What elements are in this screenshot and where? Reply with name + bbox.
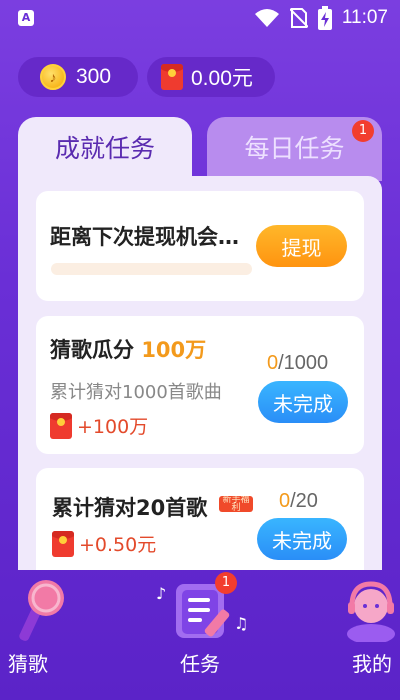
cash-balance[interactable]: 0.00元	[147, 57, 275, 97]
battery-charging-icon	[317, 6, 332, 30]
guess-20-status-button[interactable]: 未完成	[257, 518, 347, 560]
tab-achievement-label: 成就任务	[54, 134, 155, 163]
nav-label-mine: 我的	[352, 652, 392, 676]
tab-achievement-tasks[interactable]: 成就任务	[18, 117, 192, 181]
guess-song-progress-done: 0	[267, 352, 279, 374]
guess-20-reward: +0.50元	[52, 530, 156, 557]
status-time: 11:07	[341, 7, 388, 28]
guess-20-progress-count: 0/20	[279, 490, 318, 513]
nav-label-guess-song: 猜歌	[8, 652, 48, 676]
red-packet-icon	[161, 64, 183, 90]
withdraw-task-title: 距离下次提现机会还差	[50, 225, 255, 249]
withdraw-progress-bar	[51, 263, 252, 275]
guess-song-task-description: 累计猜对1000首歌曲	[50, 382, 222, 403]
profile-avatar-icon	[344, 576, 398, 646]
newbie-welfare-tag: 新手福利	[219, 496, 253, 512]
guess-song-title-prefix: 猜歌瓜分	[50, 338, 134, 362]
status-right: 11:07	[254, 6, 388, 30]
nav-tasks-badge: 1	[215, 572, 237, 594]
task-list-panel[interactable]: 距离下次提现机会还差 提现 猜歌瓜分 100万 累计猜对1000首歌曲 +100…	[18, 176, 382, 570]
withdraw-button[interactable]: 提现	[256, 225, 347, 267]
tab-daily-tasks[interactable]: 每日任务 1	[207, 117, 382, 181]
guess-song-progress-count: 0/1000	[267, 352, 328, 375]
app-notification-icon: A	[18, 10, 34, 26]
music-note-icon: ♪	[156, 584, 167, 603]
status-bar: A 11:07	[0, 0, 400, 36]
guess-song-title-highlight: 100万	[141, 338, 207, 362]
wifi-icon	[254, 8, 280, 28]
music-coin-icon: ♪	[40, 64, 66, 90]
no-sim-icon	[289, 7, 308, 29]
guess-song-task-title: 猜歌瓜分 100万	[50, 334, 206, 364]
tab-daily-label: 每日任务	[244, 134, 345, 163]
task-card-guess-20: 累计猜对20首歌 新手福利 +0.50元 0/20 未完成	[36, 468, 364, 570]
guess-song-reward: +100万	[50, 412, 148, 439]
red-packet-icon	[50, 412, 72, 439]
tab-daily-badge: 1	[352, 120, 374, 142]
task-card-withdraw: 距离下次提现机会还差 提现	[36, 191, 364, 301]
cash-balance-value: 0.00元	[191, 67, 253, 90]
task-card-guess-song: 猜歌瓜分 100万 累计猜对1000首歌曲 +100万 0/1000 未完成	[36, 316, 364, 454]
coin-balance[interactable]: ♪ 300	[18, 57, 138, 97]
guess-20-progress-done: 0	[279, 490, 291, 512]
music-note-icon: ♫	[234, 614, 249, 633]
nav-item-guess-song[interactable]: 猜歌	[0, 570, 80, 680]
bottom-navigation: 猜歌 ♪ ♫ 1 任务 我的	[0, 570, 400, 700]
guess-song-status-button[interactable]: 未完成	[258, 381, 348, 423]
red-packet-icon	[52, 530, 74, 557]
nav-label-tasks: 任务	[180, 652, 220, 676]
guess-song-reward-value: +100万	[77, 416, 149, 438]
nav-item-mine[interactable]: 我的	[330, 570, 400, 680]
guess-song-progress-total: /1000	[278, 352, 329, 374]
microphone-icon	[10, 576, 66, 648]
guess-20-progress-total: /20	[290, 490, 318, 512]
nav-item-tasks[interactable]: ♪ ♫ 1 任务	[150, 570, 250, 680]
guess-20-reward-value: +0.50元	[79, 534, 157, 556]
coin-balance-value: 300	[76, 65, 112, 88]
guess-20-task-title: 累计猜对20首歌	[52, 496, 208, 520]
